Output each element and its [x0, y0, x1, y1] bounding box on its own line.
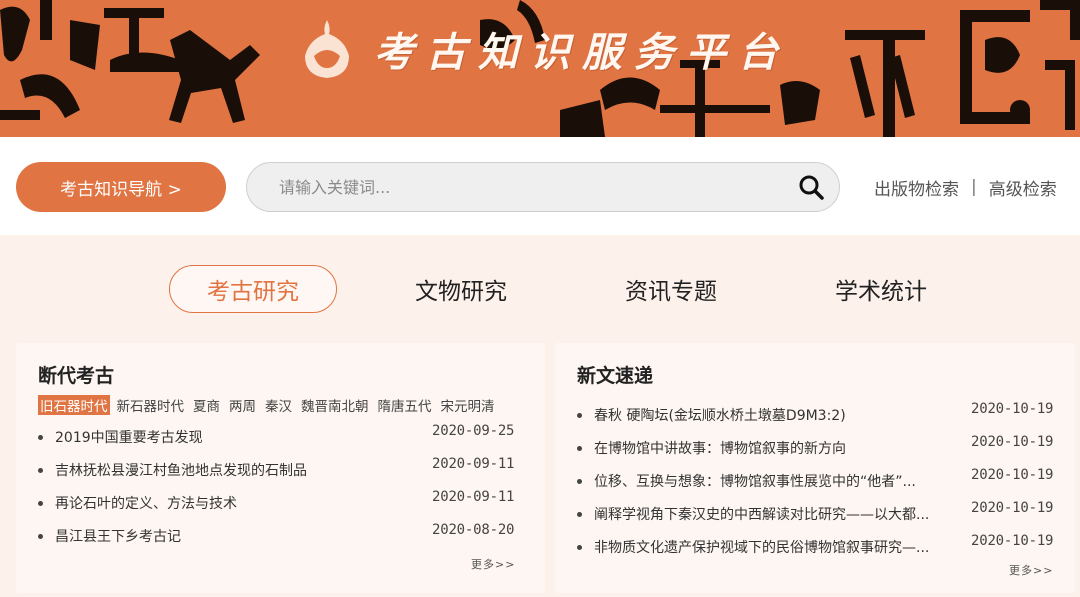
- item-date: 2020-10-19: [971, 434, 1054, 450]
- tab-news-topics[interactable]: 资讯专题: [587, 265, 755, 313]
- era-paleolithic[interactable]: 旧石器时代: [38, 395, 110, 415]
- tab-academic-stats[interactable]: 学术统计: [797, 265, 965, 313]
- brand[interactable]: 考古知识服务平台: [300, 14, 790, 84]
- era-zhou[interactable]: 两周: [229, 395, 256, 415]
- item-title[interactable]: 位移、互换与想象：博物馆叙事性展览中的“他者”...: [594, 471, 916, 491]
- item-title[interactable]: 非物质文化遗产保护视域下的民俗博物馆叙事研究—...: [594, 537, 929, 557]
- top-links: 出版物检索 | 高级检索: [874, 175, 1057, 200]
- tab-archaeology-research[interactable]: 考古研究: [169, 265, 337, 313]
- logo-icon: [305, 20, 349, 78]
- list-item[interactable]: 非物质文化遗产保护视域下的民俗博物馆叙事研究—... 2020-10-19: [577, 533, 1057, 557]
- item-title[interactable]: 2019中国重要考古发现: [55, 427, 203, 447]
- list-item[interactable]: 位移、互换与想象：博物馆叙事性展览中的“他者”... 2020-10-19: [577, 467, 1057, 491]
- bullet: [577, 412, 582, 418]
- more-link[interactable]: 更多>>: [471, 556, 515, 572]
- site-title: 考古知识服务平台: [374, 29, 790, 76]
- header-banner: 考古知识服务平台: [0, 0, 1080, 137]
- item-title[interactable]: 再论石叶的定义、方法与技术: [55, 493, 237, 513]
- main-tabs: 考古研究 文物研究 资讯专题 学术统计: [0, 235, 1080, 343]
- panel-title: 新文速递: [577, 365, 654, 387]
- list-item[interactable]: 2019中国重要考古发现 2020-09-25: [38, 423, 528, 447]
- more-link[interactable]: 更多>>: [1009, 562, 1053, 578]
- item-date: 2020-09-11: [432, 489, 515, 505]
- era-sui-tang[interactable]: 隋唐五代: [378, 395, 432, 415]
- era-wei-jin[interactable]: 魏晋南北朝: [301, 395, 369, 415]
- item-date: 2020-09-25: [432, 423, 515, 439]
- dynasty-archaeology-panel: 断代考古 旧石器时代 新石器时代 夏商 两周 秦汉 魏晋南北朝 隋唐五代 宋元明…: [16, 343, 545, 593]
- list-item[interactable]: 吉林抚松县漫江村鱼池地点发现的石制品 2020-09-11: [38, 456, 528, 480]
- list-item[interactable]: 在博物馆中讲故事：博物馆叙事的新方向 2020-10-19: [577, 434, 1057, 458]
- bullet: [38, 467, 43, 473]
- link-separator: |: [971, 177, 977, 197]
- item-title[interactable]: 吉林抚松县漫江村鱼池地点发现的石制品: [55, 460, 307, 480]
- item-date: 2020-10-19: [971, 500, 1054, 516]
- item-date: 2020-10-19: [971, 401, 1054, 417]
- item-title[interactable]: 春秋 硬陶坛(金坛顺水桥土墩墓D9M3:2): [594, 405, 846, 425]
- item-date: 2020-10-19: [971, 533, 1054, 549]
- bullet: [577, 544, 582, 550]
- panel-title: 断代考古: [38, 365, 115, 387]
- bullet: [577, 478, 582, 484]
- publication-search-link[interactable]: 出版物检索: [874, 175, 959, 200]
- knowledge-nav-button[interactable]: 考古知识导航 >: [16, 162, 226, 212]
- tab-relics-research[interactable]: 文物研究: [377, 265, 545, 313]
- item-title[interactable]: 在博物馆中讲故事：博物馆叙事的新方向: [594, 438, 846, 458]
- item-date: 2020-10-19: [971, 467, 1054, 483]
- list-item[interactable]: 昌江县王下乡考古记 2020-08-20: [38, 522, 528, 546]
- list-item[interactable]: 阐释学视角下秦汉史的中西解读对比研究——以大都... 2020-10-19: [577, 500, 1057, 524]
- bullet: [577, 445, 582, 451]
- new-articles-panel: 新文速递 春秋 硬陶坛(金坛顺水桥土墩墓D9M3:2) 2020-10-19 在…: [555, 343, 1075, 593]
- item-date: 2020-09-11: [432, 456, 515, 472]
- advanced-search-link[interactable]: 高级检索: [989, 175, 1057, 200]
- list-item[interactable]: 春秋 硬陶坛(金坛顺水桥土墩墓D9M3:2) 2020-10-19: [577, 401, 1057, 425]
- search-icon: [799, 175, 824, 200]
- search-bar-row: 考古知识导航 > 出版物检索 | 高级检索: [0, 137, 1080, 235]
- era-filter: 旧石器时代 新石器时代 夏商 两周 秦汉 魏晋南北朝 隋唐五代 宋元明清: [38, 395, 504, 415]
- era-song-yuan-ming-qing[interactable]: 宋元明清: [441, 395, 495, 415]
- list-item[interactable]: 再论石叶的定义、方法与技术 2020-09-11: [38, 489, 528, 513]
- search-button[interactable]: [783, 163, 839, 211]
- search-input[interactable]: [247, 163, 783, 211]
- item-title[interactable]: 阐释学视角下秦汉史的中西解读对比研究——以大都...: [594, 504, 929, 524]
- bullet: [577, 511, 582, 517]
- item-date: 2020-08-20: [432, 522, 515, 538]
- era-xia-shang[interactable]: 夏商: [193, 395, 220, 415]
- bullet: [38, 434, 43, 440]
- bullet: [38, 533, 43, 539]
- search-box: [246, 162, 840, 212]
- bullet: [38, 500, 43, 506]
- era-neolithic[interactable]: 新石器时代: [117, 395, 185, 415]
- era-qin-han[interactable]: 秦汉: [265, 395, 292, 415]
- item-title[interactable]: 昌江县王下乡考古记: [55, 526, 181, 546]
